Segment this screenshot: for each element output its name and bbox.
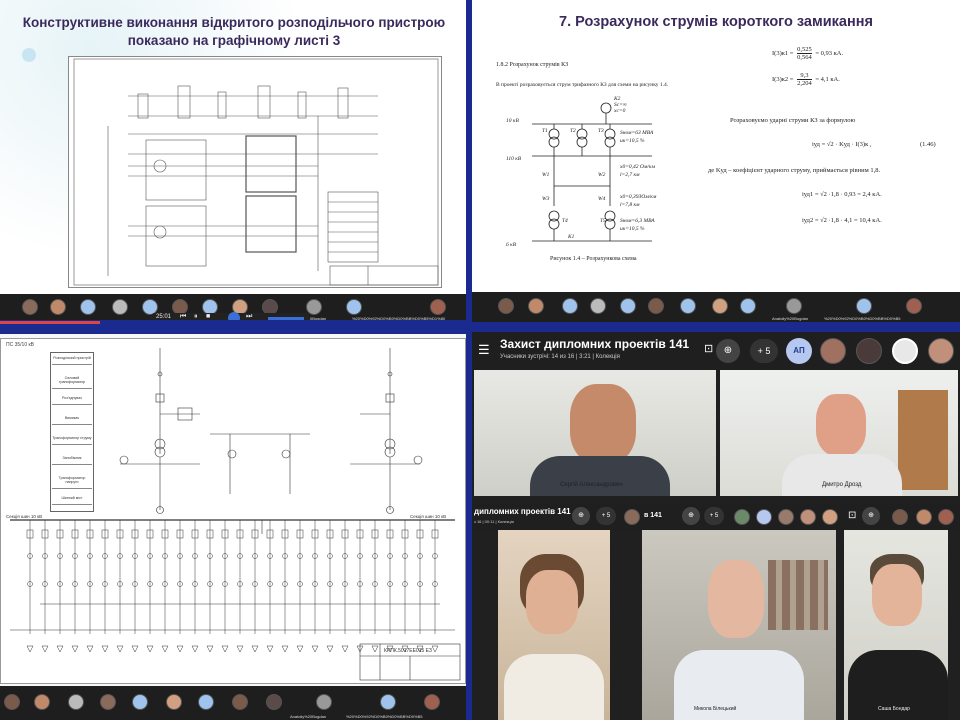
slide-title: 7. Розрахунок струмів короткого замиканн… <box>559 14 873 30</box>
formula-iud1: iуд1 = √2 ·1,8 · 0,93 = 2,4 кА. <box>802 191 882 198</box>
calculation-scheme: Sс=∞ xс=0 10 кВ 110 кВ 6 кВ T1 T2 T3 T4 … <box>506 96 657 248</box>
label-t3: T3 <box>598 128 604 134</box>
video-tile-participant-2[interactable] <box>720 370 958 496</box>
share-pane-slide-2: 7. Розрахунок струмів короткого замиканн… <box>472 0 960 326</box>
label-110kv: 110 кВ <box>506 156 522 162</box>
person-silhouette <box>526 570 578 634</box>
person-body <box>504 654 604 720</box>
person-silhouette <box>570 384 636 464</box>
formula-ik1: I(3)к1 = 0,525 0,564 = 0,93 кА. <box>772 46 844 61</box>
intro-text: В проекті розраховується струм трифазног… <box>496 82 669 88</box>
formula-iud2: iуд2 = √2 ·1,8 · 4,1 = 10,4 кА. <box>802 217 882 224</box>
title-block-stamp: КРПК.5017ЕЕ015 ЕЗ <box>384 648 432 654</box>
nested-title: дипломних проектів 141 <box>474 507 571 516</box>
kud-text: де Kуд – коефіцієнт ударного струму, при… <box>708 167 881 174</box>
progress-fill <box>0 321 100 324</box>
label-t5: T5 <box>600 218 606 224</box>
shock-intro: Розраховуємо ударні струми КЗ за формуло… <box>730 117 856 124</box>
equation-number: (1.46) <box>920 141 936 148</box>
single-line-diagram: Секція шин 10 кВ Секція шин 10 кВ КРПК.5… <box>6 348 461 681</box>
layout-icon[interactable]: ⊡ <box>704 342 713 355</box>
nested-add-button-2[interactable]: ⊕ <box>682 507 700 525</box>
label-t4: T4 <box>562 217 568 224</box>
section-heading: 1.8.2 Розрахунок струмів КЗ <box>496 62 569 68</box>
meeting-subtitle: Учасники зустрічі: 14 из 16 | 3:21 | Кол… <box>500 354 620 360</box>
participant-strip: Anatoliy%20Bogdan %20%D0%92%D0%B0%D0%BB%… <box>0 686 466 720</box>
formula-ik2: I(3)к2 = 9,3 2,204 = 4,1 кА. <box>772 72 840 87</box>
person-body <box>530 456 670 496</box>
person-silhouette <box>708 560 764 638</box>
label-l2: l=7,8 км <box>620 202 640 208</box>
participant-2-name-label: Дмитро Дрозд <box>822 482 862 488</box>
person-body <box>782 454 902 496</box>
video-tile-participant-3[interactable] <box>498 530 610 720</box>
share-pane-slide-1: Конструктивне виконання відкритого розпо… <box>0 0 466 326</box>
progress-bar[interactable] <box>0 320 466 326</box>
nested-add-button-3[interactable]: ⊕ <box>862 507 880 525</box>
participant-name: Микола Білецький <box>694 706 737 712</box>
cabinet <box>898 390 948 490</box>
label-s2: Sном=6,3 МВА <box>620 218 655 224</box>
bar-text: %20%D0%92%D0%B0%D0%BB%D0%B5 <box>824 316 901 321</box>
video-tile-participant-4[interactable]: Микола Білецький <box>642 530 836 720</box>
shelf <box>768 560 828 630</box>
label-u1: uк=10,5 % <box>620 138 645 144</box>
video-tile-participant-1[interactable]: Сергій Александрович <box>474 370 716 496</box>
label-w4: W4 <box>598 195 606 202</box>
label-w2: W2 <box>598 172 606 178</box>
label-10kv: 10 кВ <box>506 118 519 124</box>
label-t2: T2 <box>570 128 576 134</box>
nested-title-right: в 141 <box>644 512 662 519</box>
label-w3: W3 <box>542 196 550 202</box>
nested-plus-count[interactable]: + 5 <box>596 507 616 525</box>
more-participants-count[interactable]: + 5 <box>750 339 778 363</box>
participant-strip: Anatoliy%20Bogdan %20%D0%92%D0%B0%D0%BB%… <box>472 292 960 322</box>
bus-left-label: Секція шин 10 кВ <box>6 514 42 519</box>
video-tile-participant-5[interactable]: Саша Бондар <box>844 530 948 720</box>
label-t1: T1 <box>542 128 548 134</box>
stop-button[interactable]: ■ <box>206 313 210 320</box>
share-pane-schematic: ПС 35/10 кВ Розподільчий пристрій Силовий… <box>0 334 466 720</box>
slide-title: Конструктивне виконання відкритого розпо… <box>22 15 446 48</box>
pane-border <box>472 322 960 326</box>
label-s1: Sном=63 МВА <box>620 130 654 136</box>
menu-icon[interactable]: ☰ <box>478 342 490 358</box>
shock-formula: iуд = √2 · Kуд · I(3)к , <box>812 141 872 148</box>
bar-text: Anatoliy%20Bogdan <box>290 714 327 719</box>
label-x0: x0=0,42 Ом/км <box>619 163 655 170</box>
meeting-title: Захист дипломних проектів 141 <box>500 337 690 351</box>
participant-name: Саша Бондар <box>878 706 910 712</box>
bar-text: Anatoliy%20Bogdan <box>772 316 809 321</box>
nested-subtitle: з 16 | 00:11 | Колекція <box>474 519 514 524</box>
figure-caption: Рисунок 1.4 – Розрахункова схема <box>550 256 637 262</box>
meeting-header: ☰ Захист дипломних проектів 141 Учасники… <box>472 332 960 370</box>
nested-meeting-header: дипломних проектів 141 з 16 | 00:11 | Ко… <box>472 504 960 530</box>
label-k2: K2 <box>613 96 621 102</box>
add-participant-button[interactable]: ⊕ <box>716 339 740 363</box>
bus-right-label: Секція шин 10 кВ <box>410 514 446 519</box>
label-xc: xс=0 <box>613 108 626 114</box>
label-x02: x0=0,393Ом/км <box>619 194 657 200</box>
participant-1-name-label: Сергій Александрович <box>560 482 623 488</box>
substation-layout-drawing <box>68 56 442 288</box>
bar-text: %20%D0%92%D0%B0%D0%BB%D0%B5 <box>346 714 423 719</box>
label-u2: uк=10,5 % <box>620 226 645 232</box>
person-silhouette <box>816 394 866 456</box>
nested-plus-count-2[interactable]: + 5 <box>704 507 724 525</box>
person-silhouette <box>872 564 922 626</box>
label-w1: W1 <box>542 172 550 178</box>
avatar-badge[interactable]: АП <box>786 338 812 364</box>
label-6kv: 6 кВ <box>506 242 517 248</box>
meeting-window: ☰ Захист дипломних проектів 141 Учасники… <box>472 332 960 720</box>
label-k1: K1 <box>567 234 575 240</box>
nested-add-button[interactable]: ⊕ <box>572 507 590 525</box>
bubble-decoration <box>22 48 36 62</box>
label-l1: l=2,7 км <box>620 172 640 178</box>
nested-layout-icon[interactable]: ⊡ <box>848 510 856 521</box>
